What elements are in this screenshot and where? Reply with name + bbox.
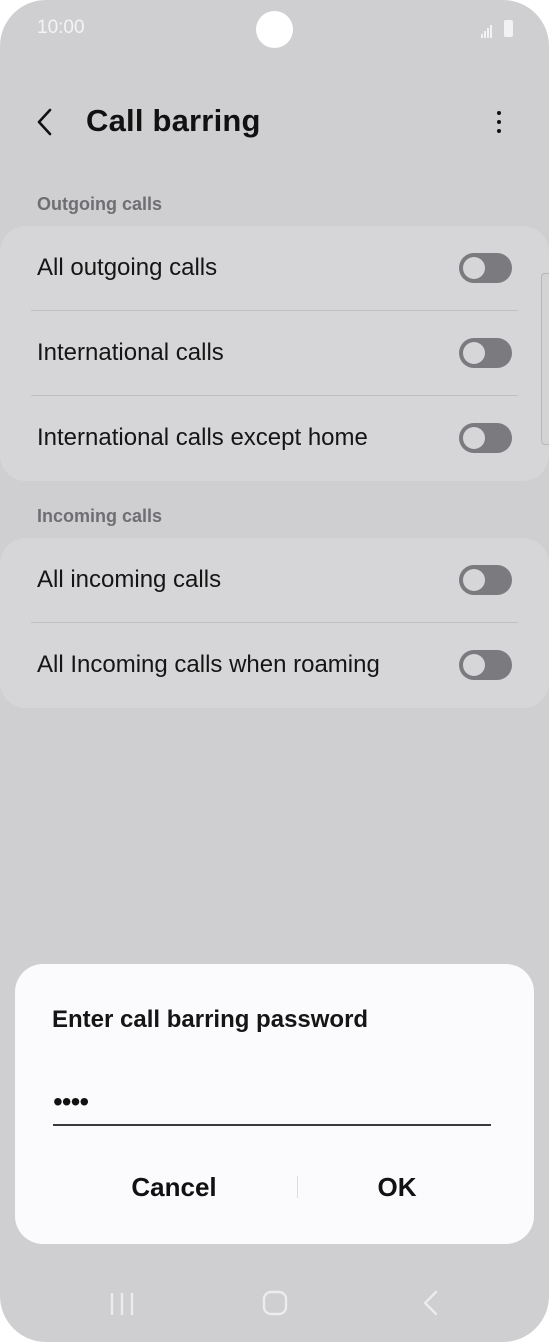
cancel-button[interactable]: Cancel bbox=[64, 1164, 284, 1208]
incoming-calls-card: All incoming calls All Incoming calls wh… bbox=[0, 538, 549, 708]
toggle-switch[interactable] bbox=[459, 565, 512, 595]
recent-apps-button[interactable] bbox=[97, 1282, 147, 1326]
setting-label: All Incoming calls when roaming bbox=[37, 651, 380, 678]
setting-row-incoming-roaming[interactable]: All Incoming calls when roaming bbox=[0, 623, 549, 708]
dialog-title: Enter call barring password bbox=[52, 1006, 369, 1033]
back-icon bbox=[423, 1290, 438, 1316]
setting-row-all-outgoing[interactable]: All outgoing calls bbox=[0, 226, 549, 311]
setting-row-all-incoming[interactable]: All incoming calls bbox=[0, 538, 549, 623]
battery-icon bbox=[504, 20, 513, 37]
front-camera bbox=[256, 11, 293, 48]
setting-label: All outgoing calls bbox=[37, 254, 218, 281]
nav-back-button[interactable] bbox=[406, 1282, 456, 1326]
outgoing-calls-card: All outgoing calls International calls I… bbox=[0, 226, 549, 481]
toggle-switch[interactable] bbox=[459, 338, 512, 368]
screen: 10:00 Call barring Outgoing calls All ou… bbox=[0, 0, 549, 1342]
toggle-switch[interactable] bbox=[459, 253, 512, 283]
password-input[interactable] bbox=[53, 1079, 491, 1126]
chevron-left-icon bbox=[37, 108, 52, 136]
status-time: 10:00 bbox=[37, 17, 85, 38]
scrollbar[interactable] bbox=[541, 273, 549, 445]
setting-row-international[interactable]: International calls bbox=[0, 311, 549, 396]
system-icons bbox=[481, 20, 513, 38]
back-button[interactable] bbox=[28, 104, 64, 140]
app-bar: Call barring bbox=[0, 90, 549, 154]
setting-label: All incoming calls bbox=[37, 566, 222, 593]
setting-label: International calls except home bbox=[37, 424, 368, 451]
recent-apps-icon bbox=[110, 1293, 134, 1315]
section-header-incoming: Incoming calls bbox=[37, 506, 163, 526]
password-dialog: Enter call barring password Cancel OK bbox=[15, 964, 534, 1244]
ok-button[interactable]: OK bbox=[287, 1164, 507, 1208]
setting-label: International calls bbox=[37, 339, 224, 366]
section-header-outgoing: Outgoing calls bbox=[37, 194, 163, 214]
status-bar: 10:00 bbox=[0, 0, 549, 58]
toggle-switch[interactable] bbox=[459, 650, 512, 680]
navigation-bar bbox=[0, 1272, 549, 1342]
page-title: Call barring bbox=[86, 103, 261, 138]
home-icon bbox=[262, 1290, 288, 1316]
home-button[interactable] bbox=[250, 1282, 300, 1326]
toggle-switch[interactable] bbox=[459, 423, 512, 453]
setting-row-international-except-home[interactable]: International calls except home bbox=[0, 396, 549, 481]
more-options-button[interactable] bbox=[484, 104, 514, 140]
